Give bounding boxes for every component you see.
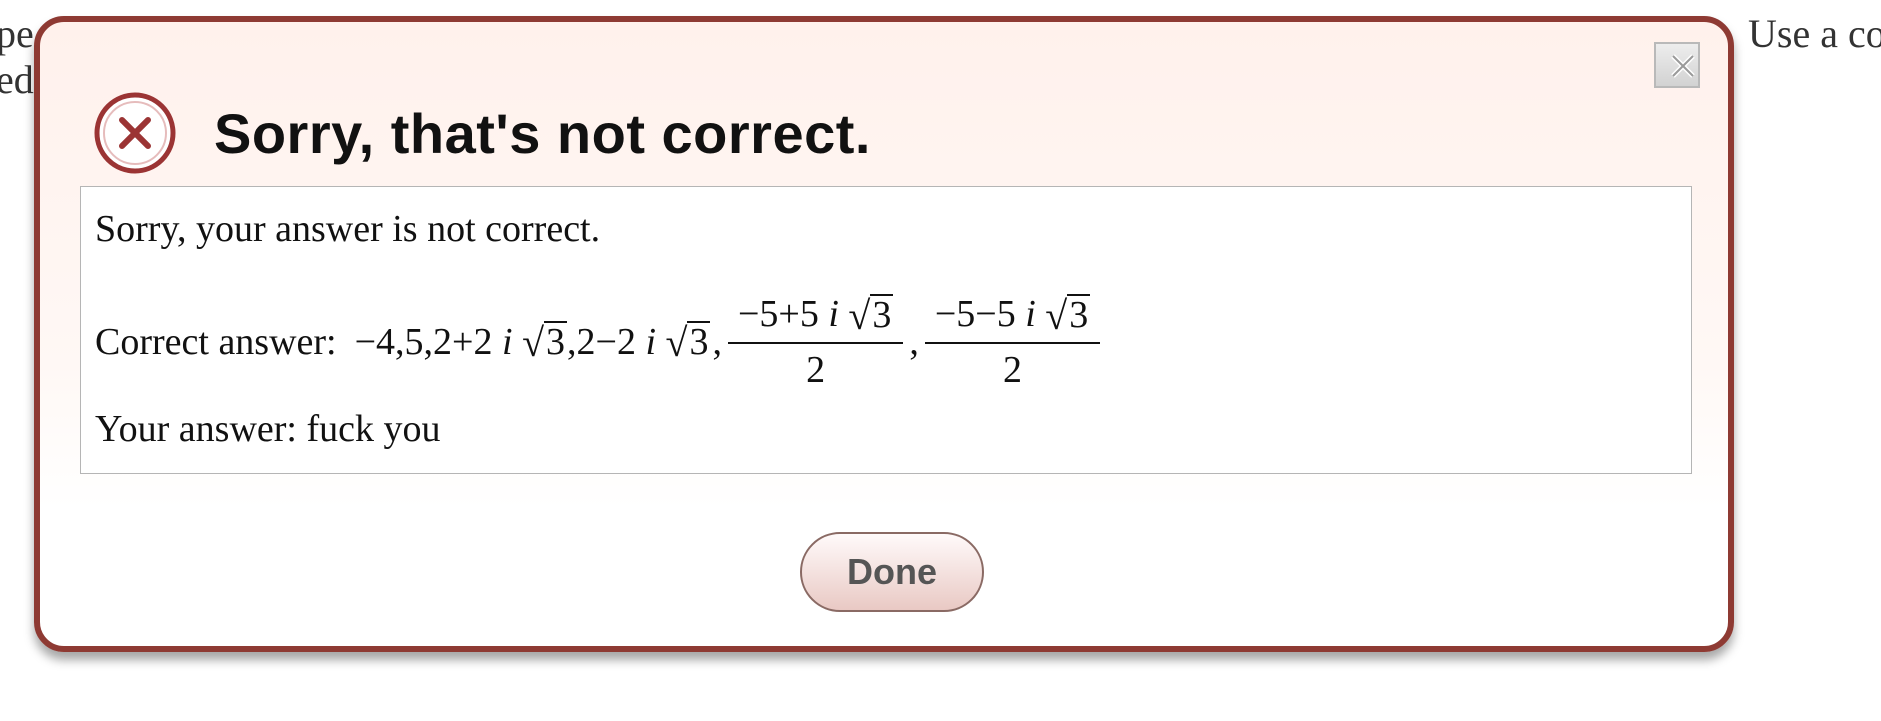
answer-term: −4,5,2+2	[354, 321, 493, 363]
answer-term: ,2−2	[567, 321, 636, 363]
fraction-denominator: 2	[1003, 349, 1023, 391]
square-root: √ 3	[1045, 293, 1091, 338]
imaginary-unit: i	[828, 293, 839, 335]
square-root: √ 3	[665, 319, 711, 365]
radicand: 3	[870, 294, 894, 337]
separator: ,	[712, 321, 722, 363]
fraction-numerator: −5+5 i √ 3	[727, 292, 904, 344]
background-text: pe	[0, 11, 34, 56]
separator: ,	[909, 321, 919, 363]
radicand: 3	[1067, 294, 1091, 337]
dialog-title: Sorry, that's not correct.	[214, 101, 871, 165]
feedback-message-box: Sorry, your answer is not correct. Corre…	[80, 186, 1692, 474]
background-text: ed	[0, 57, 34, 102]
correct-answer-expression: −4,5,2+2 i √ 3 ,2−2 i √ 3 , −5+5 i √ 3 2…	[355, 292, 1105, 392]
error-icon	[92, 90, 178, 176]
imaginary-unit: i	[645, 321, 657, 363]
correct-answer-row: Correct answer: −4,5,2+2 i √ 3 ,2−2 i √ 3 …	[95, 287, 1104, 397]
fraction-denominator: 2	[806, 349, 826, 391]
square-root: √ 3	[848, 293, 894, 338]
fraction: −5+5 i √ 3 2	[727, 292, 904, 392]
radicand: 3	[544, 321, 568, 364]
radicand: 3	[687, 321, 711, 364]
correct-answer-label: Correct answer:	[95, 321, 337, 363]
your-answer: Your answer: fuck you	[95, 408, 441, 450]
fraction-numerator: −5−5 i √ 3	[924, 292, 1101, 344]
incorrect-message: Sorry, your answer is not correct.	[95, 208, 601, 250]
square-root: √ 3	[522, 319, 568, 365]
close-button[interactable]	[1654, 42, 1700, 88]
background-text: Use a com	[1748, 11, 1881, 56]
fraction: −5−5 i √ 3 2	[924, 292, 1101, 392]
done-button[interactable]: Done	[800, 532, 984, 612]
imaginary-unit: i	[1025, 293, 1036, 335]
feedback-dialog: Sorry, that's not correct. Sorry, your a…	[34, 16, 1734, 652]
imaginary-unit: i	[502, 321, 513, 363]
dialog-header: Sorry, that's not correct.	[92, 90, 871, 176]
close-icon	[1662, 45, 1695, 87]
